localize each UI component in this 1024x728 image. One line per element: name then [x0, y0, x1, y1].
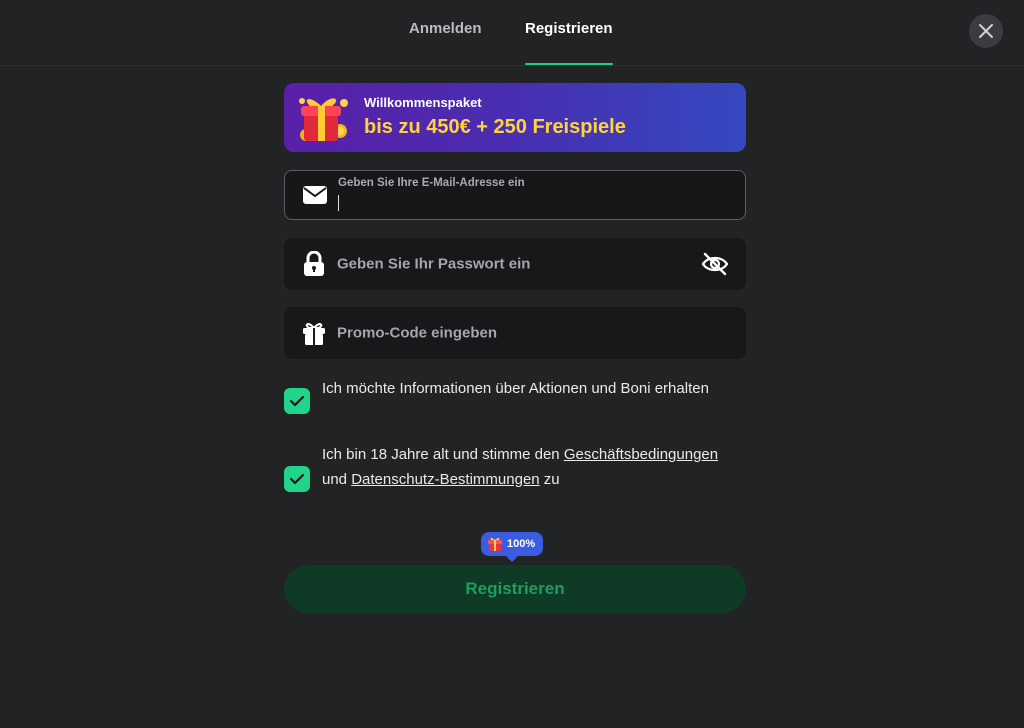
close-button[interactable]	[969, 14, 1003, 48]
banner-title: Willkommenspaket	[364, 95, 482, 110]
register-submit-button[interactable]: Registrieren	[284, 565, 746, 613]
email-field[interactable]: Geben Sie Ihre E-Mail-Adresse ein	[284, 170, 746, 220]
newsletter-consent-text: Ich möchte Informationen über Aktionen u…	[322, 380, 709, 397]
terms-text-middle: und	[322, 470, 352, 488]
email-field-label: Geben Sie Ihre E-Mail-Adresse ein	[338, 177, 525, 189]
header-bar: Anmelden Registrieren	[0, 0, 1024, 66]
checkmark-icon	[289, 395, 305, 407]
password-placeholder: Geben Sie Ihr Passwort ein	[337, 255, 531, 273]
badge-pointer	[506, 556, 519, 562]
envelope-icon	[302, 182, 328, 208]
terms-consent-text: Ich bin 18 Jahre alt und stimme den Gesc…	[322, 443, 742, 492]
eye-off-icon[interactable]	[701, 250, 729, 278]
newsletter-checkbox[interactable]	[284, 388, 310, 414]
tab-register-label: Registrieren	[525, 20, 613, 37]
terms-text-after: zu	[539, 470, 560, 488]
close-icon	[979, 24, 993, 38]
text-cursor	[338, 195, 339, 211]
promo-code-field[interactable]: Promo-Code eingeben	[284, 307, 746, 359]
terms-text-before: Ich bin 18 Jahre alt und stimme den	[322, 446, 564, 463]
terms-checkbox[interactable]	[284, 466, 310, 492]
checkmark-icon	[289, 473, 305, 485]
bonus-percent-badge: 100%	[481, 532, 544, 562]
tab-login-label: Anmelden	[409, 20, 482, 37]
terms-link[interactable]: Geschäftsbedingungen	[564, 446, 718, 463]
tab-login[interactable]: Anmelden	[409, 20, 482, 64]
banner-offer: bis zu 450€ + 250 Freispiele	[364, 116, 626, 138]
lock-icon	[301, 251, 327, 277]
gift-icon	[488, 537, 502, 551]
privacy-link[interactable]: Datenschutz-Bestimmungen	[351, 471, 539, 488]
password-field[interactable]: Geben Sie Ihr Passwort ein	[284, 238, 746, 290]
gift-box-icon	[299, 98, 348, 141]
bonus-percent-text: 100%	[507, 538, 536, 550]
register-submit-label: Registrieren	[465, 579, 565, 598]
promo-code-placeholder: Promo-Code eingeben	[337, 324, 498, 342]
welcome-bonus-banner[interactable]: Willkommenspaket bis zu 450€ + 250 Freis…	[284, 83, 746, 152]
active-tab-indicator	[525, 63, 613, 65]
tab-register[interactable]: Registrieren	[525, 20, 613, 65]
gift-icon	[301, 320, 327, 346]
